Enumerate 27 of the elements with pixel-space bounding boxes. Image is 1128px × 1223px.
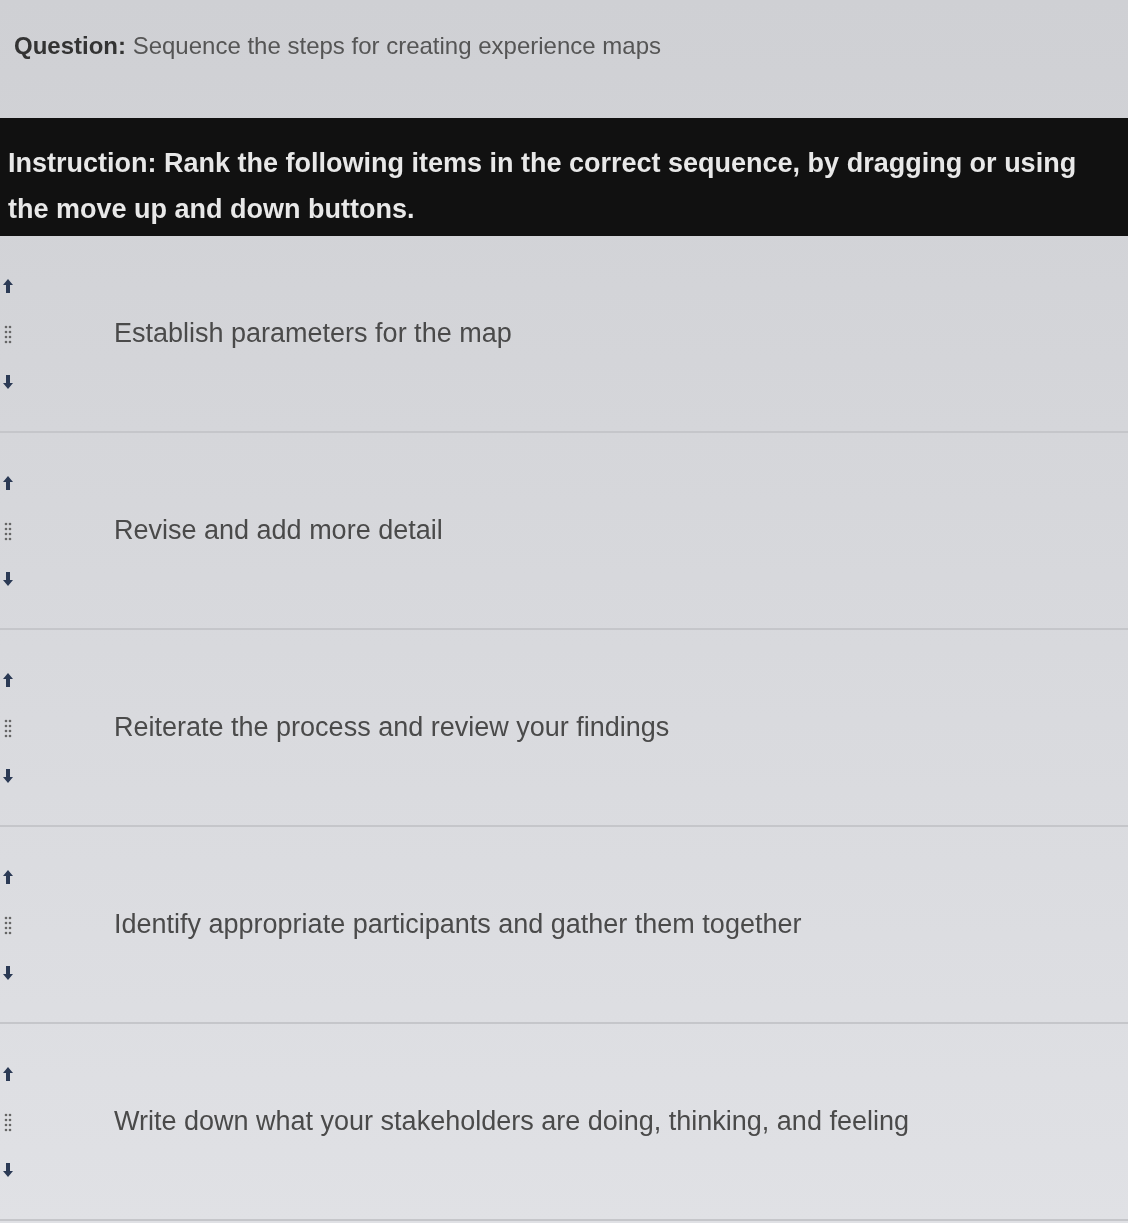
item-label: Reiterate the process and review your findings — [114, 712, 670, 743]
rank-item[interactable]: Revise and add more detail — [0, 433, 1128, 630]
move-up-icon[interactable] — [3, 869, 13, 884]
drag-handle-icon[interactable] — [4, 520, 12, 541]
question-text: Question: Sequence the steps for creating experience maps — [14, 32, 661, 60]
instruction-banner: Instruction: Rank the following items in the correct sequence, by dragging or using the move up and down buttons. — [0, 118, 1128, 236]
move-up-icon[interactable] — [3, 672, 13, 687]
drag-handle-icon[interactable] — [4, 914, 12, 935]
item-label: Write down what your stakeholders are doing, thinking, and feeling — [114, 1106, 909, 1137]
item-label: Revise and add more detail — [114, 515, 443, 546]
move-down-icon[interactable] — [3, 374, 13, 389]
move-up-icon[interactable] — [3, 1066, 13, 1081]
move-down-icon[interactable] — [3, 1162, 13, 1177]
rank-item[interactable]: Reiterate the process and review your findings — [0, 630, 1128, 827]
drag-handle-icon[interactable] — [4, 717, 12, 738]
rank-item[interactable]: Identify appropriate participants and gather them together — [0, 827, 1128, 1024]
rank-item[interactable]: Establish parameters for the map — [0, 236, 1128, 433]
move-up-icon[interactable] — [3, 475, 13, 490]
drag-handle-icon[interactable] — [4, 1111, 12, 1132]
move-down-icon[interactable] — [3, 571, 13, 586]
move-down-icon[interactable] — [3, 768, 13, 783]
item-label: Establish parameters for the map — [114, 318, 512, 349]
drag-handle-icon[interactable] — [4, 323, 12, 344]
move-down-icon[interactable] — [3, 965, 13, 980]
item-label: Identify appropriate participants and gather them together — [114, 909, 802, 940]
rank-item[interactable]: Write down what your stakeholders are doing, thinking, and feeling — [0, 1024, 1128, 1221]
move-up-icon[interactable] — [3, 278, 13, 293]
